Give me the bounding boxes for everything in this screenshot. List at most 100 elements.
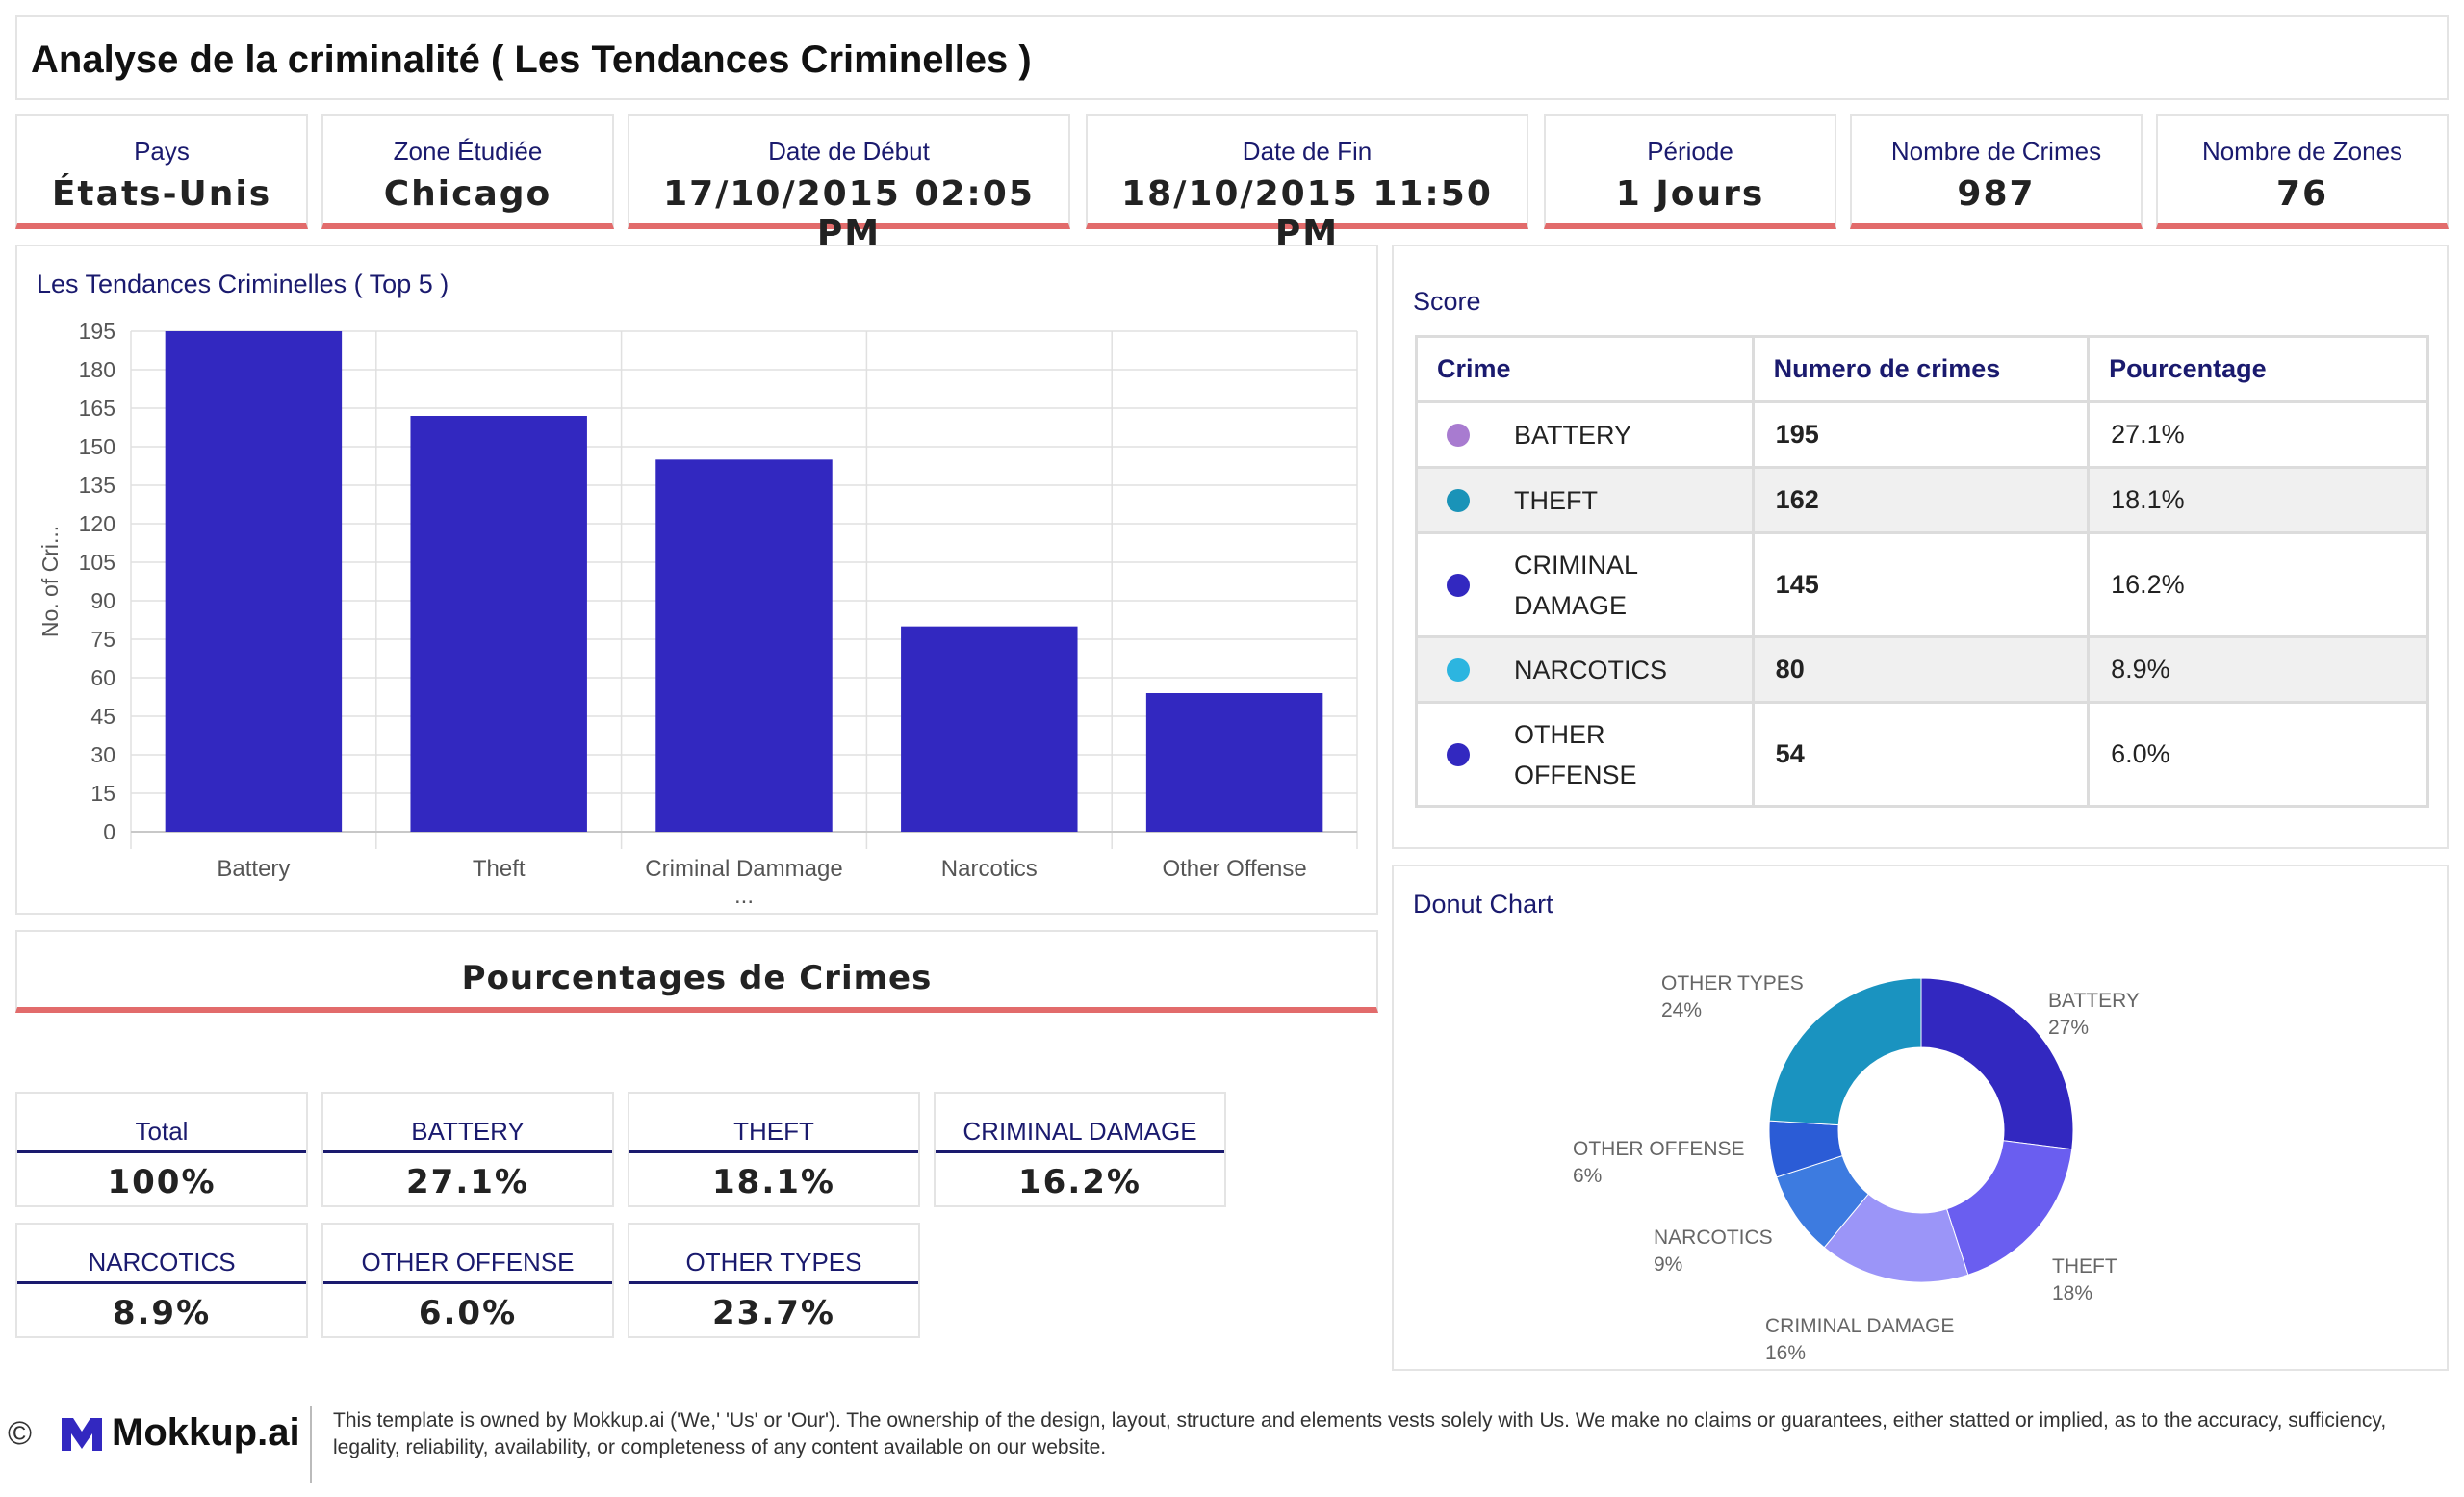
crime-cell: BATTERY bbox=[1415, 400, 1755, 469]
y-tick-label: 180 bbox=[79, 357, 116, 382]
column-header-percentage[interactable]: Pourcentage bbox=[2087, 335, 2429, 403]
pct-card-value: 6.0% bbox=[418, 1294, 518, 1332]
count-cell: 195 bbox=[1751, 400, 2091, 469]
pct-card-value: 16.2% bbox=[1018, 1163, 1142, 1201]
crime-name: THEFT bbox=[1514, 485, 1598, 515]
table-header-row: Crime Numero de crimes Pourcentage bbox=[1415, 335, 2429, 403]
x-tick-label: Theft bbox=[473, 856, 526, 882]
score-title: Score bbox=[1413, 287, 1481, 316]
legend-dot bbox=[1447, 742, 1470, 766]
x-tick-label: Other Offense bbox=[1162, 856, 1306, 882]
pct-card-total: Total 100% bbox=[15, 1092, 308, 1207]
pct-card-criminal-damage: CRIMINAL DAMAGE 16.2% bbox=[934, 1092, 1226, 1207]
brand-logo[interactable]: Mokkup.ai bbox=[60, 1411, 300, 1455]
pct-card-value: 18.1% bbox=[712, 1163, 835, 1201]
kpi-card-date-debut: Date de Début 17/10/2015 02:05 PM bbox=[628, 114, 1070, 253]
donut-label: CRIMINAL DAMAGE bbox=[1765, 1315, 1954, 1337]
y-axis-label: No. of Cri... bbox=[38, 526, 63, 637]
y-tick-label: 135 bbox=[79, 473, 116, 498]
percentage-cell: 16.2% bbox=[2087, 531, 2429, 638]
y-tick-label: 60 bbox=[90, 665, 116, 690]
crime-cell: NARCOTICS bbox=[1415, 635, 1755, 704]
kpi-card-nombre-crimes: Nombre de Crimes 987 bbox=[1850, 114, 2143, 229]
percentage-cell: 6.0% bbox=[2087, 701, 2429, 808]
crime-name: OTHER OFFENSE bbox=[1514, 719, 1637, 789]
kpi-value: États-Unis bbox=[51, 174, 272, 214]
donut-percent-label: 24% bbox=[1661, 999, 1702, 1021]
kpi-value: 1 Jours bbox=[1615, 174, 1765, 214]
kpi-label: Zone Étudiée bbox=[393, 137, 543, 166]
y-tick-label: 120 bbox=[79, 511, 116, 536]
percentage-cell: 27.1% bbox=[2087, 400, 2429, 469]
bar-chart: 0 15 30 45 60 75 90 105 120 135 150 165 180 195 Batter… bbox=[38, 319, 1358, 909]
mokkup-logo-icon bbox=[62, 1417, 102, 1451]
kpi-value: 987 bbox=[1957, 174, 2036, 214]
legend-dot bbox=[1447, 658, 1470, 682]
crime-cell: CRIMINAL DAMAGE bbox=[1415, 531, 1755, 638]
percentage-cell: 8.9% bbox=[2087, 635, 2429, 704]
kpi-card-date-fin: Date de Fin 18/10/2015 11:50 PM bbox=[1086, 114, 1528, 253]
y-tick-label: 165 bbox=[79, 396, 116, 421]
column-header-crime[interactable]: Crime bbox=[1415, 335, 1755, 403]
brand-name: Mokkup.ai bbox=[112, 1411, 300, 1454]
column-header-count[interactable]: Numero de crimes bbox=[1751, 335, 2091, 403]
percentages-title: Pourcentages de Crimes bbox=[461, 959, 933, 997]
pct-card-label: Total bbox=[17, 1117, 306, 1153]
donut-percent-label: 18% bbox=[2052, 1282, 2092, 1304]
pct-card-theft: THEFT 18.1% bbox=[628, 1092, 920, 1207]
pct-card-value: 8.9% bbox=[112, 1294, 212, 1332]
kpi-label: Date de Début bbox=[768, 137, 930, 166]
kpi-card-zone: Zone Étudiée Chicago bbox=[321, 114, 614, 229]
kpi-label: Pays bbox=[134, 137, 190, 166]
count-cell: 80 bbox=[1751, 635, 2091, 704]
count-cell: 162 bbox=[1751, 466, 2091, 534]
score-table: Crime Numero de crimes Pourcentage BATTE… bbox=[1415, 335, 2429, 808]
table-row[interactable]: OTHER OFFENSE 54 6.0% bbox=[1415, 701, 2429, 808]
footer-divider bbox=[310, 1406, 312, 1483]
bar-criminal-dammage bbox=[655, 459, 833, 832]
legend-dot bbox=[1447, 423, 1470, 447]
bar-battery bbox=[165, 331, 343, 832]
bar-narcotics bbox=[901, 626, 1078, 832]
table-row[interactable]: CRIMINAL DAMAGE 145 16.2% bbox=[1415, 531, 2429, 638]
y-tick-label: 0 bbox=[103, 819, 116, 844]
kpi-value: 17/10/2015 02:05 PM bbox=[663, 174, 1035, 253]
footer: © Mokkup.ai This template is owned by Mo… bbox=[0, 1386, 2464, 1497]
count-cell: 54 bbox=[1751, 701, 2091, 808]
pct-card-value: 100% bbox=[107, 1163, 217, 1201]
y-tick-label: 90 bbox=[90, 588, 116, 613]
pct-card-label: BATTERY bbox=[323, 1117, 612, 1153]
pct-card-label: OTHER OFFENSE bbox=[323, 1248, 612, 1284]
kpi-card-nombre-zones: Nombre de Zones 76 bbox=[2156, 114, 2449, 229]
bar-chart-panel: 0 15 30 45 60 75 90 105 120 135 150 165 180 195 Batter… bbox=[15, 245, 1378, 915]
pct-card-label: CRIMINAL DAMAGE bbox=[936, 1117, 1224, 1153]
y-tick-label: 45 bbox=[90, 704, 116, 729]
table-row[interactable]: BATTERY 195 27.1% bbox=[1415, 400, 2429, 469]
crime-cell: OTHER OFFENSE bbox=[1415, 701, 1755, 808]
bar-other-offense bbox=[1145, 693, 1323, 832]
kpi-value: Chicago bbox=[383, 174, 552, 214]
x-tick-label: Narcotics bbox=[941, 856, 1038, 882]
percentages-header: Pourcentages de Crimes bbox=[15, 930, 1378, 1013]
donut-slice-other-types bbox=[1768, 977, 1922, 1126]
donut-label: THEFT bbox=[2052, 1255, 2118, 1278]
crime-name: BATTERY bbox=[1514, 420, 1632, 450]
crime-cell: THEFT bbox=[1415, 466, 1755, 534]
table-row[interactable]: NARCOTICS 80 8.9% bbox=[1415, 635, 2429, 704]
donut-label: NARCOTICS bbox=[1654, 1226, 1773, 1249]
kpi-value: 76 bbox=[2275, 174, 2329, 214]
x-tick-label-ellipsis: ... bbox=[734, 883, 754, 909]
legal-notice: This template is owned by Mokkup.ai ('We… bbox=[333, 1409, 2387, 1458]
donut-percent-label: 9% bbox=[1654, 1253, 1682, 1276]
table-row[interactable]: THEFT 162 18.1% bbox=[1415, 466, 2429, 534]
crime-name: NARCOTICS bbox=[1514, 655, 1668, 684]
copyright-symbol: © bbox=[8, 1415, 33, 1452]
kpi-label: Nombre de Crimes bbox=[1890, 137, 2102, 166]
pct-card-value: 27.1% bbox=[406, 1163, 529, 1201]
y-tick-label: 75 bbox=[90, 627, 116, 652]
pct-card-narcotics: NARCOTICS 8.9% bbox=[15, 1223, 308, 1338]
donut-percent-label: 16% bbox=[1765, 1342, 1806, 1364]
pct-card-value: 23.7% bbox=[712, 1294, 835, 1332]
kpi-value: 18/10/2015 11:50 PM bbox=[1121, 174, 1493, 253]
y-tick-label: 150 bbox=[79, 434, 116, 459]
